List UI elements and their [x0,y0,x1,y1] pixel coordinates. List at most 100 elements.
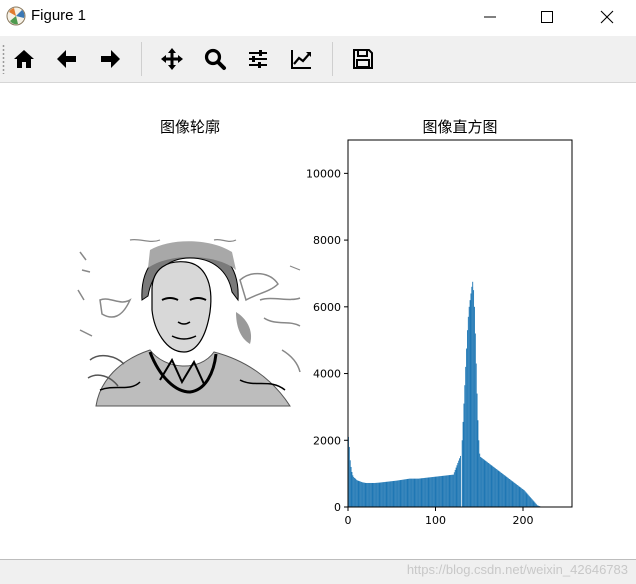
histogram-bar [436,477,437,507]
line-chart-icon [289,47,313,71]
sliders-icon [246,47,270,71]
histogram-bar [533,500,534,507]
histogram-bar [350,460,351,507]
histogram-bar [451,475,452,507]
window-titlebar: Figure 1 [0,0,636,34]
histogram-bar [431,477,432,507]
histogram-bar [349,447,350,507]
close-icon [600,10,614,24]
histogram-bar [424,478,425,507]
histogram-bar [408,479,409,507]
histogram-bar [526,492,527,507]
histogram-bar [510,480,511,507]
histogram-bar [370,483,371,507]
histogram-bar [423,478,424,507]
histogram-bar [457,465,458,507]
histogram-bar [458,461,459,507]
histogram-bar [497,470,498,507]
histogram-bar [433,477,434,507]
histogram-bar [446,475,447,507]
histogram-bar [520,488,521,507]
right-plot-title: 图像直方图 [422,118,497,136]
histogram-bar [508,478,509,507]
histogram-bar [478,420,479,507]
magnifier-icon [203,47,227,71]
histogram-bar [409,479,410,507]
histogram-bar [382,482,383,507]
histogram-bar [482,458,483,507]
histogram-bar [517,485,518,507]
histogram-bar [367,483,368,507]
histogram-bar [521,488,522,507]
histogram-bar [407,479,408,507]
histogram-bar [434,477,435,507]
histogram-bar [478,440,479,507]
histogram-bar [445,476,446,507]
histogram-bar [457,463,458,507]
subplots-button[interactable] [242,43,274,75]
histogram-bar [512,481,513,507]
home-button[interactable] [8,43,40,75]
save-button[interactable] [347,43,379,75]
histogram-bar [393,481,394,507]
status-bar: https://blog.csdn.net/weixin_42646783 [0,559,636,584]
zoom-button[interactable] [199,43,231,75]
maximize-button[interactable] [524,0,570,34]
minimize-button[interactable] [467,0,513,34]
histogram-bar [470,300,471,507]
histogram-bar [469,307,470,507]
histogram-bar [369,483,370,507]
histogram-bar [527,493,528,507]
back-button[interactable] [51,43,83,75]
histogram-bar [531,498,532,507]
histogram-bar [493,467,494,507]
histogram-bar [488,463,489,507]
histogram-bar [360,482,361,507]
histogram-bar [354,478,355,507]
figure-canvas[interactable]: 图像轮廓 图像直方图 0100200 [0,83,636,558]
y-tick-label: 2000 [313,434,341,447]
histogram-bar [449,475,450,507]
pan-button[interactable] [156,43,188,75]
histogram-bar [511,480,512,507]
histogram-bar [473,290,474,507]
histogram-bar [422,478,423,507]
toolbar-separator [332,42,333,76]
histogram-bar [527,494,528,507]
histogram-bar [410,479,411,507]
histogram-bar [506,477,507,507]
histogram-bar [435,477,436,507]
histogram-bar [524,490,525,507]
histogram-bar [425,478,426,507]
histogram-bar [400,480,401,507]
x-tick-label: 200 [513,514,534,527]
histogram-bar [411,479,412,507]
close-button[interactable] [584,0,630,34]
histogram-bar [415,479,416,507]
forward-button[interactable] [94,43,126,75]
arrow-right-icon [98,47,122,71]
histogram-bar [408,479,409,507]
histogram-bar [495,468,496,507]
navigation-toolbar [0,36,636,83]
histogram-bar [483,459,484,507]
y-tick-label: 8000 [313,234,341,247]
histogram-bar [353,477,354,507]
histogram-bar [437,476,438,507]
save-icon [351,47,375,71]
histogram-bar [412,479,413,507]
histogram-bar [380,483,381,507]
toolbar-grip[interactable] [2,44,5,74]
histogram-bar [505,476,506,507]
customize-button[interactable] [285,43,317,75]
histogram-bar [378,483,379,507]
histogram-bar [535,503,536,507]
histogram-bar [398,480,399,507]
histogram-bar [394,481,395,507]
histogram-bar [419,479,420,507]
histogram-bar [498,470,499,507]
histogram-bar [388,482,389,507]
histogram-bar [387,482,388,507]
histogram-bar [530,497,531,507]
histogram-bar [518,486,519,507]
